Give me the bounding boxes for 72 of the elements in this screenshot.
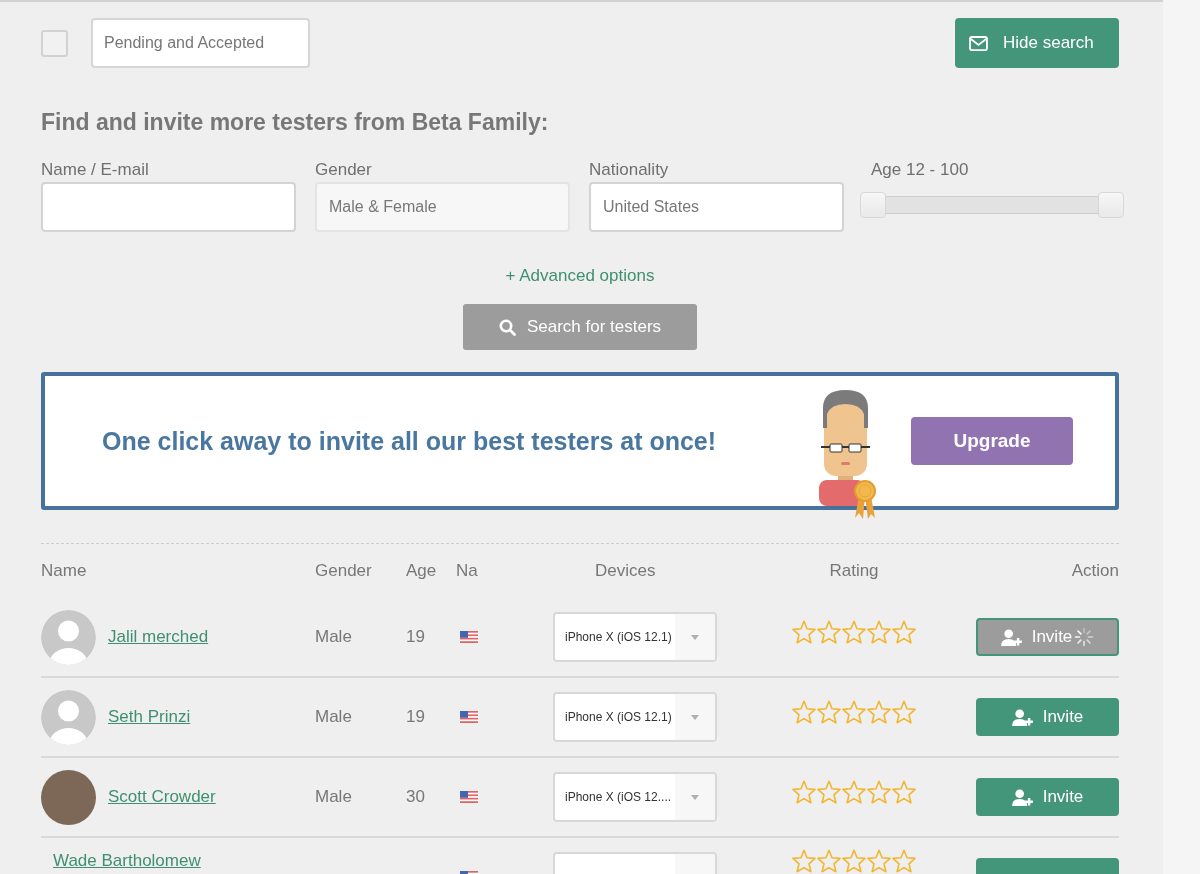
- age-text: 19: [406, 627, 425, 647]
- caret-icon: [691, 794, 699, 800]
- column-header: Na: [456, 561, 478, 581]
- caret-icon: [691, 714, 699, 720]
- search-heading: Find and invite more testers from Beta Family:: [41, 108, 549, 137]
- invite-button[interactable]: Invite: [976, 778, 1119, 816]
- star-icon: [817, 700, 841, 724]
- gender-text: Male: [315, 707, 352, 727]
- column-header: Action: [1071, 561, 1119, 581]
- invite-button[interactable]: Invite: [976, 618, 1119, 656]
- star-icon: [792, 620, 816, 644]
- invite-button[interactable]: Invite: [976, 698, 1119, 736]
- star-icon: [792, 700, 816, 724]
- add-user-icon: [1011, 708, 1033, 726]
- column-header: Age: [406, 561, 437, 581]
- envelope-icon: [969, 35, 988, 51]
- hide-search-button[interactable]: Hide search: [955, 18, 1119, 68]
- star-icon: [892, 700, 916, 724]
- photo-placeholder: [41, 769, 96, 825]
- column-header: Devices: [595, 561, 656, 581]
- select-all-checkbox[interactable]: [41, 29, 68, 57]
- gender-text: Male: [315, 787, 352, 807]
- age-text: 19: [406, 707, 425, 727]
- slider-handle[interactable]: [860, 192, 886, 218]
- star-icon: [792, 780, 816, 804]
- star-icon: [867, 849, 891, 873]
- star-icon: [867, 620, 891, 644]
- star-icon: [892, 620, 916, 644]
- age-range-slider[interactable]: [860, 192, 1124, 218]
- name-email-field[interactable]: [41, 182, 296, 232]
- column-header: Gender: [315, 561, 372, 581]
- nationality-dropdown[interactable]: United States: [589, 182, 844, 232]
- star-icon: [792, 849, 816, 873]
- star-icon: [817, 780, 841, 804]
- star-icon: [842, 780, 866, 804]
- tester-name-link[interactable]: Scott Crowder: [108, 787, 216, 807]
- add-user-icon: [1011, 788, 1033, 806]
- star-icon: [842, 700, 866, 724]
- device-dropdown[interactable]: iPhone X (iOS 12.1): [553, 612, 717, 662]
- column-header: Rating: [829, 561, 879, 581]
- flag-icon: [460, 791, 478, 803]
- gender-text: Male: [315, 627, 352, 647]
- flag-icon: [460, 711, 478, 723]
- field-label: Name / E-mail: [41, 160, 149, 180]
- field-label: Gender: [315, 160, 372, 180]
- device-dropdown[interactable]: iPhone X (iOS 12....: [553, 772, 717, 822]
- age-range-label: Age 12 - 100: [871, 160, 969, 180]
- tester-name-link[interactable]: Seth Prinzi: [108, 707, 191, 727]
- advanced-options-link[interactable]: + Advanced options: [505, 266, 655, 286]
- star-icon: [842, 849, 866, 873]
- age-text: 30: [406, 787, 425, 807]
- slider-handle[interactable]: [1098, 192, 1124, 218]
- star-icon: [892, 849, 916, 873]
- upgrade-button[interactable]: Upgrade: [911, 417, 1073, 465]
- status-filter-dropdown[interactable]: Pending and Accepted: [91, 18, 310, 68]
- column-header: Name: [41, 561, 87, 581]
- star-icon: [817, 620, 841, 644]
- caret-icon: [691, 634, 699, 640]
- device-dropdown[interactable]: iPhone X (iOS 12.1): [553, 692, 717, 742]
- star-icon: [817, 849, 841, 873]
- star-icon: [892, 780, 916, 804]
- star-icon: [842, 620, 866, 644]
- field-label: Nationality: [589, 160, 669, 180]
- flag-icon: [460, 631, 478, 643]
- search-icon: [498, 318, 516, 336]
- promo-text: One click away to invite all our best testers at once!: [102, 426, 718, 456]
- add-user-icon: [1000, 628, 1022, 646]
- loading-spinner-icon: [1074, 627, 1095, 647]
- star-icon: [867, 700, 891, 724]
- tester-name-link[interactable]: Jalil merched: [108, 627, 209, 647]
- star-icon: [867, 780, 891, 804]
- tester-name-link[interactable]: Wade Bartholomew: [53, 851, 201, 871]
